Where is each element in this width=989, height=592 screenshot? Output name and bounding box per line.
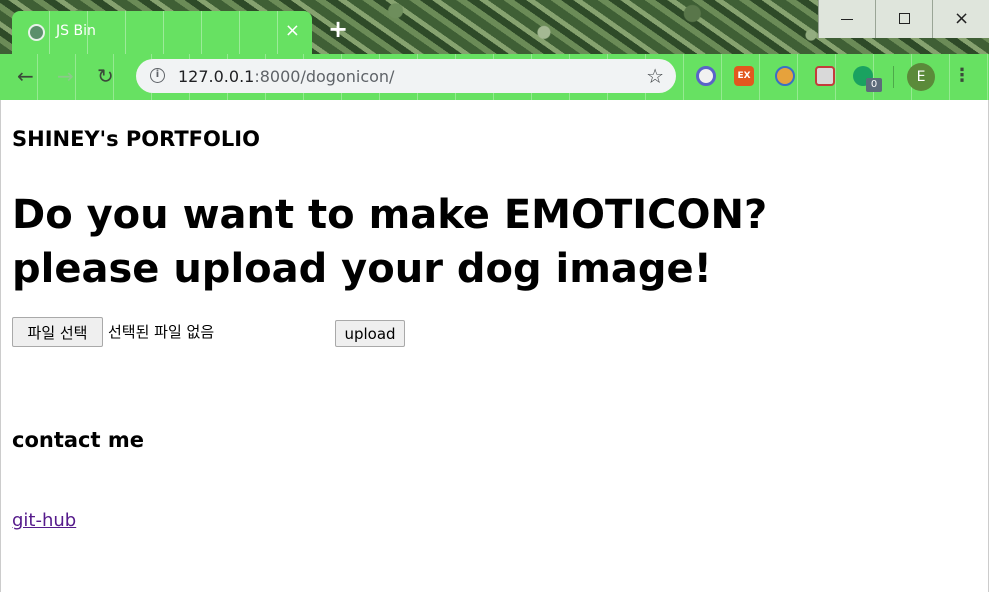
extension-block-icon[interactable]: [696, 66, 716, 86]
maximize-button[interactable]: [875, 0, 932, 38]
browser-toolbar: ← → ↻ i 127.0.0.1:8000/dogonicon/ ☆ EX 0…: [0, 54, 989, 100]
extension-badge: 0: [866, 78, 882, 92]
url-path: :8000/dogonicon/: [254, 67, 395, 86]
back-arrow-icon[interactable]: ←: [17, 64, 34, 88]
close-icon: ×: [954, 8, 970, 29]
github-link[interactable]: git-hub: [12, 510, 76, 531]
window-titlebar: JS Bin × + ×: [0, 0, 989, 54]
close-window-button[interactable]: ×: [932, 0, 989, 38]
headline-line-1: Do you want to make EMOTICON?: [12, 192, 768, 238]
tab-close-icon[interactable]: ×: [285, 20, 300, 41]
kebab-menu-icon[interactable]: ⋮: [953, 65, 971, 87]
url-host: 127.0.0.1: [178, 67, 255, 86]
minimize-icon: [841, 19, 853, 20]
file-status-text: 선택된 파일 없음: [108, 323, 215, 341]
page-content: SHINEY's PORTFOLIO Do you want to make E…: [0, 100, 989, 592]
site-info-icon[interactable]: i: [150, 68, 165, 83]
tab-title: JS Bin: [56, 23, 96, 39]
url-text[interactable]: 127.0.0.1:8000/dogonicon/: [178, 67, 394, 86]
profile-avatar[interactable]: E: [907, 63, 935, 91]
minimize-button[interactable]: [818, 0, 875, 38]
extension-ex-icon[interactable]: EX: [734, 66, 754, 86]
extension-eyes-icon[interactable]: [775, 66, 795, 86]
address-bar[interactable]: i 127.0.0.1:8000/dogonicon/ ☆: [136, 59, 676, 93]
extension-cast-icon[interactable]: [815, 66, 835, 86]
bookmark-star-icon[interactable]: ☆: [646, 64, 664, 88]
new-tab-button[interactable]: +: [328, 17, 348, 41]
page-headline: Do you want to make EMOTICON? please upl…: [12, 188, 767, 296]
browser-tab-active[interactable]: JS Bin ×: [12, 11, 312, 54]
contact-heading: contact me: [12, 428, 144, 452]
site-title: SHINEY's PORTFOLIO: [12, 127, 260, 151]
choose-file-button[interactable]: 파일 선택: [12, 317, 103, 347]
reload-icon[interactable]: ↻: [97, 64, 114, 88]
maximize-icon: [899, 13, 910, 24]
upload-button[interactable]: upload: [335, 320, 405, 347]
globe-icon: [28, 24, 45, 41]
headline-line-2: please upload your dog image!: [12, 246, 712, 292]
toolbar-divider: [893, 66, 894, 88]
forward-arrow-icon[interactable]: →: [57, 64, 74, 88]
